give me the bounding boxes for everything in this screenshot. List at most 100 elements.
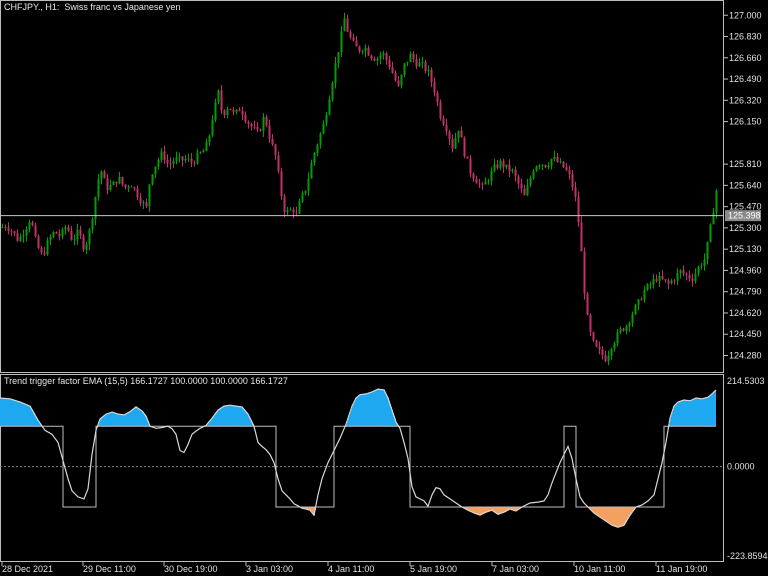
candle-body xyxy=(430,69,433,83)
candle-body xyxy=(577,196,580,223)
candle-body xyxy=(463,137,466,157)
candle-body xyxy=(346,18,349,32)
candle-body xyxy=(520,183,523,189)
candle-body xyxy=(457,130,460,138)
candle-body xyxy=(25,229,28,236)
candle-body xyxy=(421,61,424,63)
candle-body xyxy=(451,139,454,149)
candle-body xyxy=(298,201,301,214)
candle-body xyxy=(325,114,328,124)
candle-body xyxy=(361,51,364,53)
candle-body xyxy=(13,231,16,234)
candle-body xyxy=(505,164,508,168)
candle-body xyxy=(601,349,604,356)
candle-body xyxy=(76,229,79,240)
candle-body xyxy=(241,111,244,115)
candle-body xyxy=(352,37,355,41)
candle-body xyxy=(469,158,472,174)
candle-body xyxy=(676,273,679,281)
price-axis: 127.000 126.830 126.660 126.490 126.320 126.1… xyxy=(724,10,762,360)
candle-body xyxy=(55,231,58,234)
candle-body xyxy=(4,227,7,229)
chart-window[interactable]: 127.000 126.830 126.660 126.490 126.320 126.1… xyxy=(0,0,768,576)
candle-body xyxy=(34,225,37,237)
candle-body xyxy=(544,164,547,168)
candle-body xyxy=(52,231,55,237)
price-tick-label: 125.810 xyxy=(729,159,762,169)
candle-body xyxy=(664,279,667,281)
candle-body xyxy=(715,190,718,213)
candle-body xyxy=(172,160,175,164)
candle-body xyxy=(229,108,232,110)
candle-body xyxy=(658,275,661,281)
candle-body xyxy=(595,340,598,347)
candle-body xyxy=(322,123,325,134)
candle-body xyxy=(130,186,133,188)
time-tick-label: 5 Jan 19:00 xyxy=(410,564,457,574)
candle-body xyxy=(283,196,286,212)
candle-body xyxy=(16,233,19,241)
candle-body xyxy=(667,280,670,284)
candle-body xyxy=(175,157,178,161)
candle-body xyxy=(316,144,319,154)
candle-body xyxy=(622,328,625,331)
candle-body xyxy=(226,108,229,116)
candle-body xyxy=(367,47,370,56)
candle-body xyxy=(46,240,49,255)
candle-body xyxy=(433,82,436,93)
candle-body xyxy=(517,176,520,184)
candle-body xyxy=(406,61,409,64)
candle-body xyxy=(121,177,124,185)
candle-body xyxy=(562,161,565,168)
candle-body xyxy=(679,270,682,274)
price-tick-label: 125.640 xyxy=(729,180,762,190)
candle-body xyxy=(40,247,43,253)
candle-body xyxy=(670,280,673,284)
candle-body xyxy=(292,209,295,213)
candle-body xyxy=(529,178,532,186)
candle-body xyxy=(355,40,358,47)
candle-body xyxy=(598,346,601,350)
candle-body xyxy=(97,179,100,198)
candle-body xyxy=(202,150,205,153)
candle-body xyxy=(358,46,361,52)
candle-body xyxy=(106,178,109,191)
indicator-name: Trend trigger factor EMA (15,5) xyxy=(4,376,128,386)
candle-body xyxy=(487,180,490,182)
time-tick-label: 4 Jan 11:00 xyxy=(328,564,374,574)
price-tick-label: 124.280 xyxy=(729,350,762,360)
candle-body xyxy=(613,343,616,349)
candle-body xyxy=(490,170,493,181)
candle-body xyxy=(166,159,169,164)
candle-body xyxy=(22,235,25,237)
candle-body xyxy=(43,252,46,255)
candle-body xyxy=(181,156,184,161)
indicator-level-zero: 0.0000 xyxy=(727,462,755,472)
candle-body xyxy=(112,181,115,186)
candle-body xyxy=(436,92,439,103)
candle-body xyxy=(139,197,142,204)
candle-body xyxy=(61,229,64,237)
candle-body xyxy=(523,188,526,196)
candle-body xyxy=(502,160,505,168)
candle-body xyxy=(265,116,268,126)
candle-body xyxy=(244,114,247,122)
candle-body xyxy=(634,305,637,315)
candle-body xyxy=(640,299,643,301)
candle-body xyxy=(73,239,76,241)
candle-body xyxy=(478,183,481,185)
candle-body xyxy=(550,159,553,166)
candle-body xyxy=(391,67,394,74)
candle-body xyxy=(511,169,514,172)
time-tick-label: 28 Dec 2021 xyxy=(2,564,53,574)
time-tick-label: 29 Dec 11:00 xyxy=(83,564,136,574)
candle-body xyxy=(655,279,658,281)
candle-body xyxy=(637,299,640,306)
candle-body xyxy=(571,174,574,188)
candle-body xyxy=(583,251,586,294)
candle-body xyxy=(103,171,106,179)
candle-body xyxy=(343,18,346,32)
candle-body xyxy=(592,332,595,341)
candle-body xyxy=(223,110,226,116)
candle-body xyxy=(253,126,256,128)
